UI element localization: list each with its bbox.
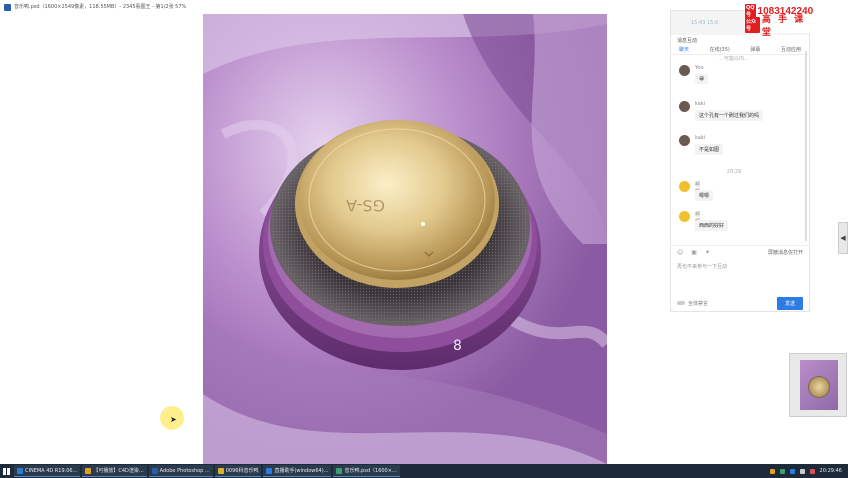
photoshop-icon	[151, 467, 158, 474]
svg-text:GS-A: GS-A	[346, 196, 385, 215]
emoji-icon[interactable]: ☺	[677, 249, 683, 256]
tab-chat[interactable]: 聊天	[679, 46, 689, 53]
taskbar-item-photoshop[interactable]: Adobe Photoshop ...	[148, 465, 213, 477]
thumbnail-product	[808, 376, 830, 398]
player-icon	[85, 467, 92, 474]
image-viewer-icon	[336, 467, 343, 474]
taskbar-item-live-assistant[interactable]: 直播助手(window64)...	[263, 465, 332, 477]
thumbnail-image	[800, 360, 838, 410]
viewer-title-bar: 音乐鸭.psd（1600×2549像素，118.55MB）- 2345看图王 -…	[0, 0, 660, 14]
chat-toolbar: ☺ ▣ ✦ 屏蔽消息仅打开	[671, 245, 809, 259]
mouse-pointer-icon: ➤	[170, 415, 177, 424]
taskbar-item-label: CINEMA 4D R19.06...	[25, 467, 78, 474]
send-button[interactable]: 发送	[776, 296, 803, 310]
avatar	[679, 65, 690, 76]
webcam-thumbnail[interactable]	[789, 353, 847, 417]
avatar	[679, 211, 690, 222]
system-clock[interactable]: 20:29:46	[820, 468, 842, 474]
image-icon[interactable]: ▣	[691, 249, 697, 256]
tray-network-icon[interactable]	[789, 468, 795, 474]
message-sender: Yoo	[695, 65, 704, 71]
silk-background-art: GS-A 8	[203, 14, 607, 464]
promo-overlay: QQ号 1083142240 公众号 高 手 课 堂	[745, 4, 813, 38]
message-text: 不是如图	[695, 144, 724, 155]
tray-app-icon[interactable]	[769, 468, 775, 474]
message-sender: kaki	[695, 101, 706, 107]
live-chat-panel: 15:43 15:0 QQ号 1083142240 公众号 高 手 课 堂 消息…	[670, 4, 813, 312]
tray-volume-icon[interactable]	[799, 468, 805, 474]
cut-message: ...可能以内...	[719, 56, 749, 62]
avatar	[679, 101, 690, 112]
tab-apps[interactable]: 互动应用	[781, 46, 801, 53]
avatar	[679, 135, 690, 146]
brand-name: 高 手 课 堂	[761, 14, 806, 38]
signal-status: 15:43 15:0	[691, 20, 719, 26]
taskbar-item-label: 【可播放】C4D渲染...	[93, 468, 144, 474]
taskbar-item-label: Adobe Photoshop ...	[159, 467, 210, 474]
taskbar-item-folder[interactable]: 0096科音乐鸭	[214, 465, 262, 477]
chat-top-bar: 15:43 15:0 QQ号 1083142240 公众号 高 手 课 堂	[671, 4, 813, 38]
psd-file-icon	[4, 3, 11, 11]
windows-logo-icon	[2, 467, 10, 475]
taskbar-item-label: 音乐鸭.psd（1600×...	[344, 468, 397, 474]
avatar	[679, 181, 690, 192]
message-text: 西西的好好	[695, 220, 729, 231]
image-viewer: 音乐鸭.psd（1600×2549像素，118.55MB）- 2345看图王 -…	[0, 0, 848, 464]
message-list[interactable]: ...可能以内... Yoo 😀 kaki 这个孔有一个刷过我们的吗 kaki …	[671, 55, 809, 253]
message-text: 嗯嗯	[695, 190, 714, 201]
cinema4d-icon	[17, 467, 23, 474]
tab-danmaku[interactable]: 弹幕	[750, 46, 760, 53]
arrow-left-icon: ◀	[840, 234, 846, 242]
message-sender: kaki	[695, 135, 706, 141]
side-collapse-tab[interactable]: ◀	[838, 222, 848, 254]
product-render-image: GS-A 8	[203, 14, 607, 464]
chat-scrollbar[interactable]	[805, 51, 807, 241]
viewer-title: 音乐鸭.psd（1600×2549像素，118.55MB）- 2345看图王 -…	[14, 4, 187, 10]
tray-wechat-icon[interactable]	[779, 468, 785, 474]
chat-tabs: 聊天 在线(35) 弹幕 互动应用	[671, 45, 809, 55]
message-text: 😀	[695, 74, 709, 84]
taskbar-item-cinema4d[interactable]: CINEMA 4D R19.06...	[14, 465, 81, 477]
wechat-tag: 公众号	[745, 16, 760, 33]
windows-taskbar: CINEMA 4D R19.06... 【可播放】C4D渲染... Adobe …	[0, 464, 848, 478]
tab-online[interactable]: 在线(35)	[710, 46, 730, 53]
svg-text:8: 8	[453, 338, 462, 354]
tray-security-icon[interactable]	[809, 468, 815, 474]
filter-toggle-label[interactable]: 屏蔽消息仅打开	[768, 249, 803, 256]
mute-all-toggle[interactable]	[677, 301, 685, 305]
mute-all-label: 全体禁言	[688, 300, 709, 307]
taskbar-item-label: 直播助手(window64)...	[274, 468, 329, 474]
taskbar-item-image-viewer[interactable]: 音乐鸭.psd（1600×...	[333, 465, 400, 477]
chat-input[interactable]: 再也不来参与一下互动	[677, 263, 727, 270]
gift-icon[interactable]: ✦	[705, 249, 710, 256]
chat-footer: 全体禁言 发送	[671, 295, 809, 311]
folder-icon	[217, 467, 224, 474]
live-assistant-icon	[266, 467, 273, 474]
taskbar-item-label: 0096科音乐鸭	[225, 468, 259, 474]
time-separator: 20:29	[726, 169, 742, 175]
start-button[interactable]	[0, 464, 12, 478]
system-tray: 20:29:46	[769, 468, 848, 474]
message-text: 这个孔有一个刷过我们的吗	[695, 110, 764, 121]
taskbar-item-c4d-render[interactable]: 【可播放】C4D渲染...	[82, 465, 147, 477]
